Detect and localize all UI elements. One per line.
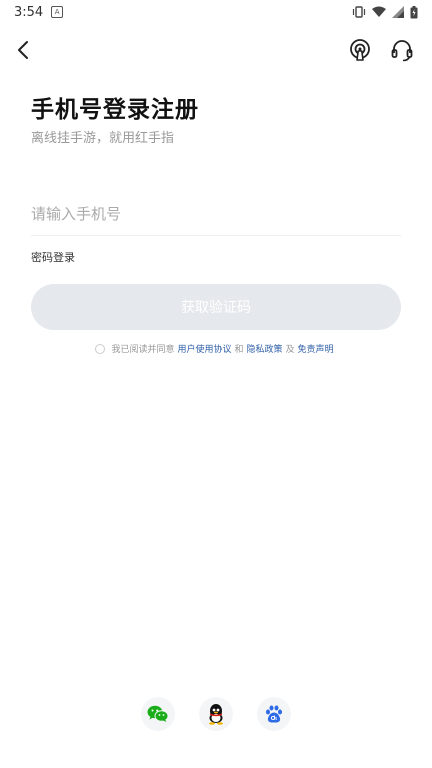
vibrate-icon	[352, 6, 366, 18]
baidu-icon	[266, 705, 282, 723]
battery-icon	[410, 5, 418, 18]
top-bar	[0, 30, 432, 70]
qq-icon	[209, 704, 223, 725]
back-button[interactable]	[10, 34, 38, 66]
broadcast-icon	[350, 39, 370, 61]
page-subtitle: 离线挂手游，就用红手指	[31, 131, 175, 146]
page-title: 手机号登录注册	[31, 97, 199, 123]
headset-icon	[391, 40, 413, 62]
wechat-icon	[147, 705, 169, 722]
user-agreement-link[interactable]: 用户使用协议	[177, 342, 231, 355]
get-code-button[interactable]: 获取验证码	[31, 284, 401, 330]
qq-login-button[interactable]	[199, 697, 233, 731]
status-right	[352, 5, 418, 19]
wechat-login-button[interactable]	[141, 697, 175, 731]
agreement-row: 我已阅读并同意 用户使用协议 和 隐私政策 及 免责声明	[0, 342, 432, 355]
customer-service-button[interactable]	[386, 34, 418, 66]
disclaimer-link[interactable]: 免责声明	[298, 342, 334, 355]
agree-checkbox[interactable]	[95, 343, 106, 354]
wifi-icon	[372, 6, 386, 17]
chevron-left-icon	[18, 41, 28, 59]
signal-icon	[392, 6, 404, 18]
status-left: 3:54 A	[14, 4, 64, 20]
agreement-conj: 及	[285, 345, 295, 355]
phone-input[interactable]	[31, 193, 401, 236]
notification-icon: A	[51, 6, 64, 18]
agreement-prefix: 我已阅读并同意	[111, 345, 175, 355]
password-login-link[interactable]: 密码登录	[31, 249, 75, 265]
privacy-policy-link[interactable]: 隐私政策	[247, 342, 283, 355]
broadcast-button[interactable]	[344, 34, 376, 66]
status-time: 3:54	[14, 4, 44, 20]
social-login-row	[0, 697, 432, 731]
baidu-login-button[interactable]	[257, 697, 291, 731]
agreement-and: 和	[234, 345, 244, 355]
status-bar: 3:54 A	[0, 0, 432, 24]
